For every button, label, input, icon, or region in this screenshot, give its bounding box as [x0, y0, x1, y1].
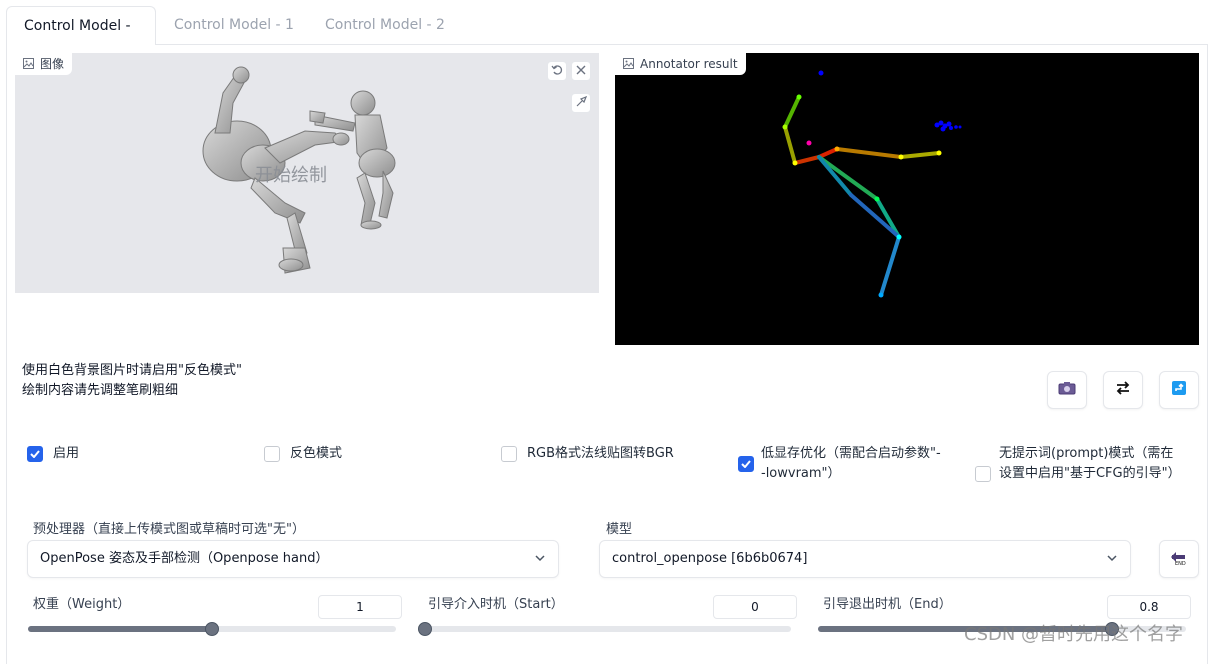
undo-icon [551, 64, 563, 79]
start-drawing-hint: 开始绘制 [255, 165, 327, 186]
tab-control-model-2[interactable]: Control Model - 2 [325, 6, 445, 44]
start-label: 引导介入时机（Start） [428, 597, 564, 612]
clear-button[interactable] [571, 61, 591, 81]
checkbox-lowvram-box[interactable] [738, 456, 754, 472]
weight-number-input[interactable]: 1 [318, 595, 402, 619]
model-select[interactable]: control_openpose [6b6b0674] [599, 540, 1131, 578]
checkbox-guess-mode[interactable]: 无提示词(prompt)模式（需在设置中启用"基于CFG的引导"） [975, 444, 1181, 484]
checkbox-invert-box[interactable] [264, 446, 280, 462]
checkbox-rgb-bgr-box[interactable] [501, 446, 517, 462]
model-value: control_openpose [6b6b0674] [612, 551, 808, 566]
checkbox-lowvram[interactable]: 低显存优化（需配合启动参数"--lowvram"） [738, 444, 948, 484]
camera-icon [1058, 381, 1076, 399]
swap-arrows-icon [1115, 381, 1131, 399]
upload-arrow-icon [1171, 380, 1187, 400]
checkbox-enable[interactable]: 启用 [27, 444, 79, 464]
brush-button[interactable] [571, 93, 591, 113]
checkbox-rgb-bgr[interactable]: RGB格式法线贴图转BGR [501, 444, 674, 464]
preprocessor-select[interactable]: OpenPose 姿态及手部检测（Openpose hand） [27, 540, 559, 578]
checkbox-invert[interactable]: 反色模式 [264, 444, 342, 464]
preprocessor-value: OpenPose 姿态及手部检测（Openpose hand） [40, 551, 329, 566]
tab-control-model-1[interactable]: Control Model - 1 [174, 6, 294, 44]
close-icon [576, 64, 586, 78]
checkbox-guess-mode-box[interactable] [975, 466, 991, 482]
swap-button[interactable] [1103, 371, 1143, 409]
send-button[interactable] [1159, 371, 1199, 409]
start-slider-thumb[interactable] [418, 622, 432, 636]
chevron-down-icon [534, 552, 546, 568]
start-number-input[interactable]: 0 [713, 595, 797, 619]
weight-slider[interactable] [28, 622, 396, 636]
openpose-skeleton [782, 70, 962, 298]
camera-button[interactable] [1047, 371, 1087, 409]
weight-slider-thumb[interactable] [205, 622, 219, 636]
svg-text:END: END [1175, 561, 1186, 566]
checkbox-enable-box[interactable] [27, 446, 43, 462]
start-slider[interactable] [418, 622, 791, 636]
hint-invert: 使用白色背景图片时请启用"反色模式" [22, 363, 242, 378]
hint-brush: 绘制内容请先调整笔刷粗细 [22, 383, 179, 398]
weight-label: 权重（Weight） [33, 597, 131, 612]
back-end-icon: END [1170, 548, 1188, 570]
chevron-down-icon [1106, 552, 1118, 568]
image-input-canvas[interactable]: 图像 开始绘制 [15, 53, 599, 293]
end-label: 引导退出时机（End） [823, 597, 952, 612]
brush-icon [575, 95, 588, 111]
tab-control-model-0[interactable]: Control Model - 0 [6, 6, 156, 72]
preprocessor-label: 预处理器（直接上传模式图或草稿时可选"无"） [33, 522, 305, 537]
annotator-result-image: Annotator result [615, 53, 1199, 345]
undo-button[interactable] [547, 61, 567, 81]
watermark: CSDN @暂时先用这个名字 [964, 624, 1184, 645]
model-label: 模型 [606, 522, 633, 537]
tab-bar: Control Model - 0 Control Model - 1 Cont… [0, 0, 1212, 72]
end-number-input[interactable]: 0.8 [1107, 595, 1191, 619]
refresh-models-button[interactable]: END [1159, 540, 1199, 578]
weight-slider-fill [28, 626, 212, 632]
